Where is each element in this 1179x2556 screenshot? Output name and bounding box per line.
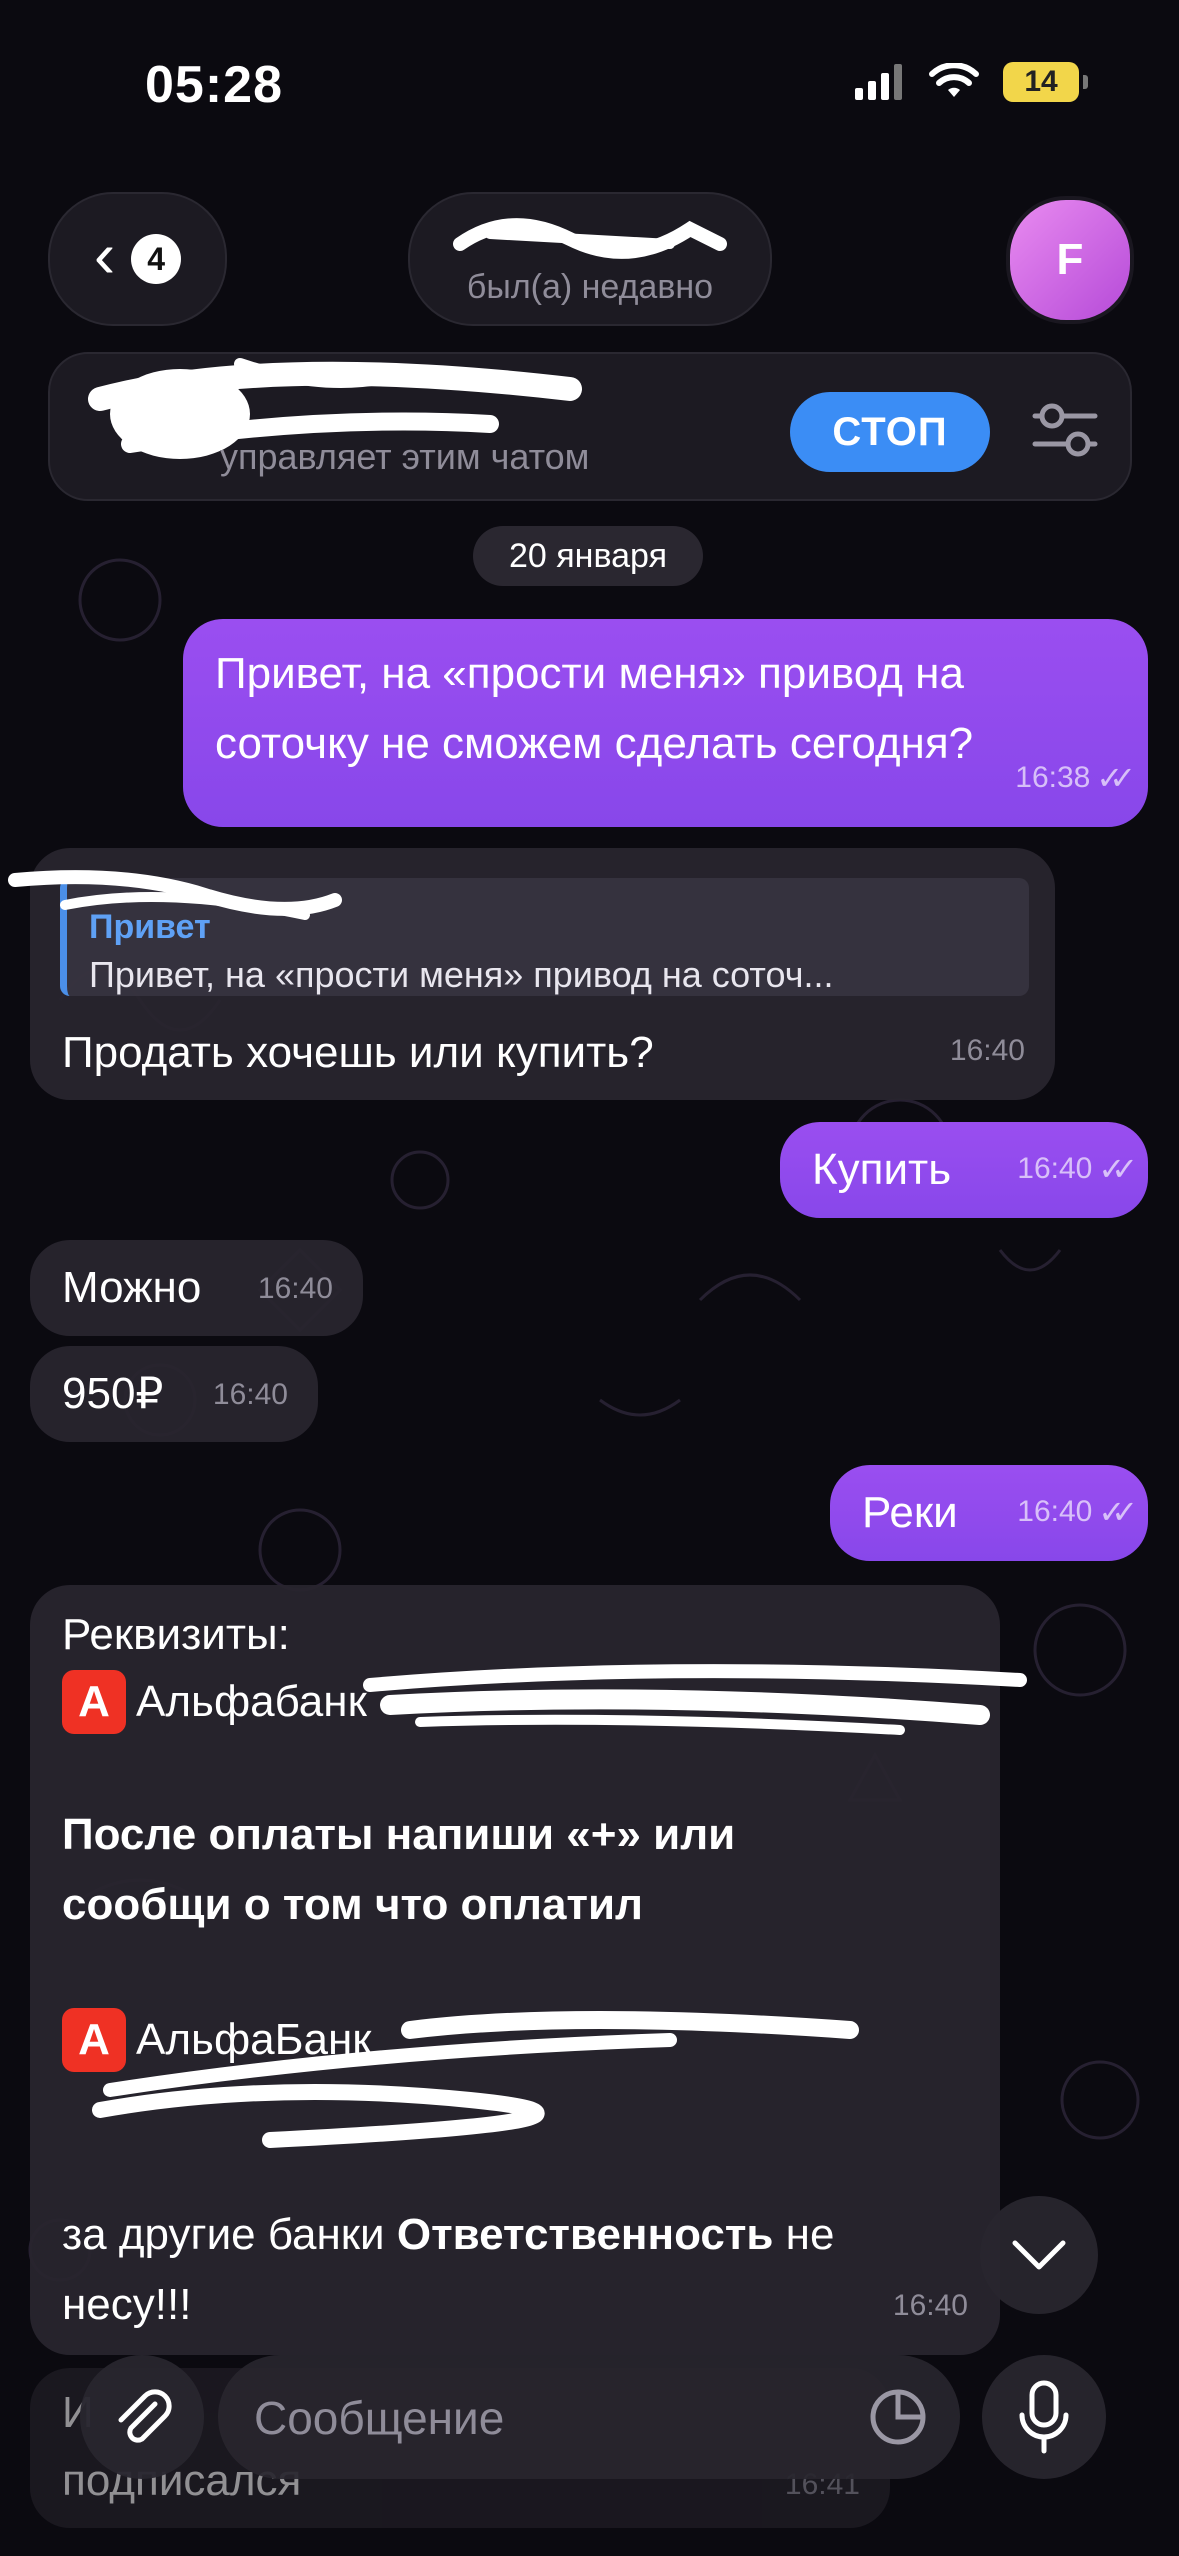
message-time: 16:40 <box>949 1034 1025 1067</box>
message-time: 16:38 <box>1015 761 1091 794</box>
message-text: Реки <box>862 1488 958 1537</box>
bank-name: Альфабанк <box>136 1677 367 1726</box>
avatar[interactable]: F <box>1006 196 1134 324</box>
stop-bot-button[interactable]: СТОП <box>790 392 990 472</box>
microphone-icon <box>1019 2380 1069 2454</box>
redacted-chat-name <box>453 218 727 259</box>
unread-badge: 4 <box>131 234 182 284</box>
redacted-author <box>8 870 342 920</box>
avatar-letter: F <box>1056 235 1084 284</box>
redacted-account <box>92 2011 859 2148</box>
battery-indicator: 14 <box>1003 62 1088 102</box>
message-meta: 16:40 <box>950 1016 1025 1086</box>
message-meta: 16:40 ✓✓ <box>1017 1134 1138 1204</box>
chat-status: был(а) недавно <box>466 268 714 306</box>
message-text: Продать хочешь или купить? <box>62 1028 654 1077</box>
chat-title[interactable]: был(а) недавно <box>408 192 772 326</box>
message-time: 16:40 <box>1017 1495 1093 1528</box>
message-text-line: Реквизиты: <box>62 1610 290 1659</box>
bot-manage-bar: управляет этим чатом СТОП <box>48 352 1132 501</box>
message-meta: 16:40 <box>258 1254 333 1324</box>
read-checkmarks-icon: ✓✓ <box>1098 1151 1137 1187</box>
scroll-to-bottom-button[interactable] <box>980 2196 1098 2314</box>
status-icons: 14 <box>855 62 1088 102</box>
message-incoming[interactable]: Можно 16:40 <box>30 1240 363 1336</box>
disclaimer-bold: Ответственность <box>396 2210 774 2259</box>
back-button[interactable]: ‹ 4 <box>48 192 227 326</box>
message-time: 16:40 <box>892 2289 968 2322</box>
message-text: Купить <box>812 1145 952 1194</box>
redacted-account <box>363 1664 1027 1735</box>
message-meta: 16:38 ✓✓ <box>1015 743 1136 813</box>
wifi-icon <box>929 63 979 97</box>
message-text: 950₽ <box>62 1369 164 1418</box>
alfabank-logo-icon: А <box>62 1670 126 1734</box>
message-incoming[interactable]: Привет Привет, на «прости меня» привод н… <box>8 848 1055 1100</box>
message-input-placeholder: Сообщение <box>254 2392 505 2444</box>
message-outgoing[interactable]: Купить 16:40 ✓✓ <box>780 1122 1148 1218</box>
status-bar: 05:28 14 <box>0 0 1179 170</box>
disclaimer-text: за другие банки Ответственность не несу!… <box>62 2200 942 2340</box>
chevron-down-icon <box>1012 2240 1066 2270</box>
message-outgoing[interactable]: Привет, на «прости меня» привод на соточ… <box>183 619 1148 827</box>
date-separator: 20 января <box>473 526 703 586</box>
status-time: 05:28 <box>145 56 283 114</box>
voice-message-button[interactable] <box>982 2355 1106 2479</box>
read-checkmarks-icon: ✓✓ <box>1098 1494 1137 1530</box>
message-incoming[interactable]: 950₽ 16:40 <box>30 1346 318 1442</box>
disclaimer-regular: за другие банки <box>62 2210 397 2259</box>
payment-instruction: После оплаты напиши «+» или сообщи о том… <box>62 1810 736 1929</box>
sliders-icon[interactable] <box>1030 398 1100 462</box>
cellular-signal-icon <box>855 64 902 100</box>
message-time: 16:40 <box>212 1378 288 1411</box>
reply-quote-text: Привет, на «прости меня» привод на соточ… <box>89 954 834 995</box>
message-input[interactable]: Сообщение <box>218 2355 960 2479</box>
bot-manage-text: управляет этим чатом <box>220 436 590 477</box>
chevron-left-icon: ‹ <box>93 219 116 291</box>
message-outgoing[interactable]: Реки 16:40 ✓✓ <box>830 1465 1148 1561</box>
message-time: 16:40 <box>1017 1152 1093 1185</box>
message-text: Можно <box>62 1263 202 1312</box>
message-meta: 16:40 <box>893 2271 968 2341</box>
attach-button[interactable] <box>80 2355 204 2479</box>
message-meta: 16:40 ✓✓ <box>1017 1477 1138 1547</box>
message-time: 16:40 <box>257 1272 333 1305</box>
paperclip-icon <box>118 2389 172 2443</box>
battery-level: 14 <box>1024 65 1058 98</box>
message-text: Привет, на «прости меня» привод на соточ… <box>215 649 974 768</box>
message-incoming[interactable]: Реквизиты: А Альфабанк После оплаты напи… <box>30 1585 1027 2355</box>
message-meta: 16:40 <box>213 1360 288 1430</box>
sticker-icon[interactable] <box>868 2387 928 2447</box>
bank-line: А Альфабанк <box>62 1667 367 1737</box>
read-checkmarks-icon: ✓✓ <box>1096 760 1135 796</box>
